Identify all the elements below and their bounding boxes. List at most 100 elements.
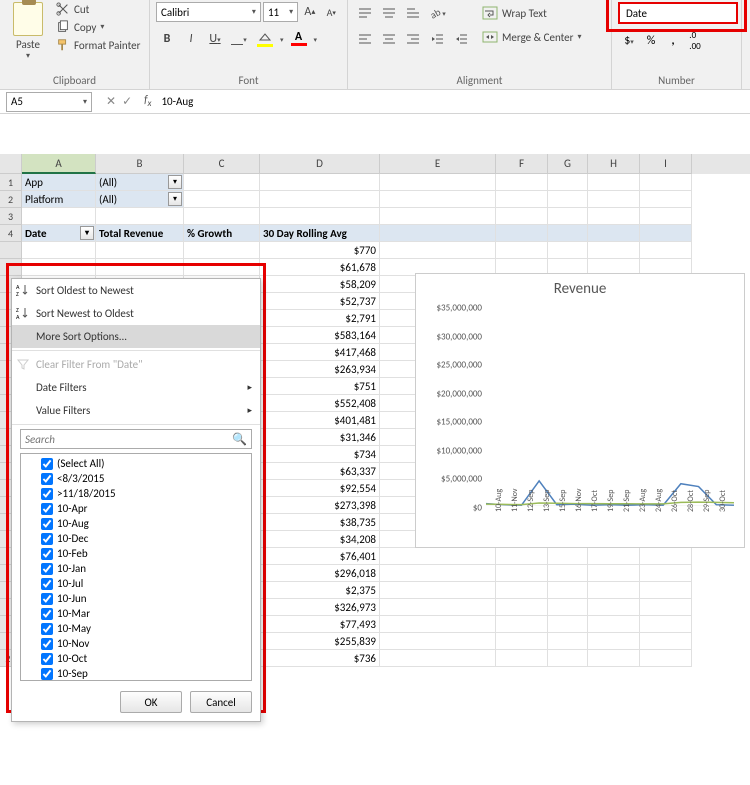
cell[interactable] [380,565,496,582]
cell[interactable]: $326,973 [260,599,380,616]
row-header[interactable]: 2 [0,191,22,208]
filter-search-input[interactable] [25,433,232,446]
filter-item-checkbox[interactable] [41,608,53,620]
cell[interactable]: $255,839 [260,633,380,650]
cell[interactable]: $38,735 [260,514,380,531]
cell[interactable] [380,208,496,225]
underline-button[interactable]: U▾ [204,28,226,50]
cell[interactable] [380,174,496,191]
cell[interactable] [588,242,640,259]
increase-indent-button[interactable] [450,28,472,50]
cell[interactable] [496,191,548,208]
cell[interactable] [640,616,692,633]
filter-item-checkbox[interactable] [41,668,53,680]
filter-item[interactable]: 10-Jan [23,561,249,576]
chevron-down-icon[interactable]: ▾ [83,97,87,107]
cell[interactable] [380,633,496,650]
cell[interactable]: App [22,174,96,191]
filter-item[interactable]: 10-Feb [23,546,249,561]
filter-item-checkbox[interactable] [41,638,53,650]
filter-item-checkbox[interactable] [41,548,53,560]
borders-button[interactable]: ▾ [228,28,250,50]
percent-format-button[interactable]: % [640,30,662,52]
cell[interactable] [640,599,692,616]
filter-item-checkbox[interactable] [41,533,53,545]
number-format-select[interactable]: Date [618,2,738,24]
merge-center-button[interactable]: Merge & Center ▾ [482,26,582,48]
filter-checklist[interactable]: (Select All)<8/3/2015>11/18/201510-Apr10… [20,453,252,681]
cell[interactable] [588,582,640,599]
cell[interactable]: $77,493 [260,616,380,633]
row-header[interactable]: 3 [0,208,22,225]
cell[interactable]: $31,346 [260,429,380,446]
filter-item-checkbox[interactable] [41,518,53,530]
cell[interactable]: Platform [22,191,96,208]
cell[interactable] [548,225,588,242]
cancel-button[interactable]: Cancel [190,691,252,713]
comma-format-button[interactable]: , [662,30,684,52]
cell[interactable] [184,174,260,191]
cell[interactable] [588,565,640,582]
filter-dropdown-button[interactable]: ▾ [168,175,182,189]
cell[interactable] [588,174,640,191]
cell[interactable] [640,565,692,582]
cell[interactable]: $61,678 [260,259,380,276]
filter-search-box[interactable]: 🔍 [20,429,252,449]
cell[interactable]: $417,468 [260,344,380,361]
cell[interactable] [496,174,548,191]
name-box[interactable]: A5 ▾ [6,92,92,112]
column-header-C[interactable]: C [184,154,260,174]
row-header[interactable]: 1 [0,174,22,191]
column-header-E[interactable]: E [380,154,496,174]
cell[interactable] [380,616,496,633]
font-size-select[interactable]: 11 ▾ [263,2,298,22]
cell[interactable] [548,599,588,616]
cell[interactable]: $583,164 [260,327,380,344]
column-header-I[interactable]: I [640,154,692,174]
align-right-button[interactable] [402,28,424,50]
column-header-A[interactable]: A [22,154,96,174]
column-header-B[interactable]: B [96,154,184,174]
ok-button[interactable]: OK [120,691,182,713]
filter-item-checkbox[interactable] [41,578,53,590]
cell[interactable]: $273,398 [260,497,380,514]
cell[interactable]: Total Revenue [96,225,184,242]
cell[interactable] [96,259,184,276]
cell[interactable]: $552,408 [260,395,380,412]
filter-item[interactable]: 10-May [23,621,249,636]
cell[interactable] [496,650,548,667]
accept-formula-button[interactable]: ✓ [122,94,132,109]
filter-item[interactable]: 10-Aug [23,516,249,531]
cell[interactable]: $76,401 [260,548,380,565]
paste-button[interactable]: Paste ▾ [6,2,50,72]
cell[interactable] [380,548,496,565]
cell[interactable] [548,565,588,582]
sort-oldest-button[interactable]: AZ Sort Oldest to Newest [12,279,260,302]
chevron-down-icon[interactable]: ▾ [314,35,318,44]
increase-decimal-button[interactable]: .0.00 [684,30,706,52]
filter-item-checkbox[interactable] [41,488,53,500]
filter-item[interactable]: 10-Mar [23,606,249,621]
font-color-button[interactable]: A [286,28,312,50]
row-header[interactable] [0,259,22,276]
cell[interactable] [640,242,692,259]
cell[interactable] [548,191,588,208]
chevron-down-icon[interactable]: ▾ [280,35,284,44]
chevron-down-icon[interactable]: ▾ [100,22,104,32]
bold-button[interactable]: B [156,28,178,50]
filter-item[interactable]: 10-Jul [23,576,249,591]
cell[interactable] [184,191,260,208]
filter-item[interactable]: 10-Sep [23,666,249,681]
format-painter-button[interactable]: Format Painter [56,38,140,52]
cell[interactable] [640,650,692,667]
cell[interactable] [496,582,548,599]
filter-item[interactable]: (Select All) [23,456,249,471]
cell[interactable]: (All)▾ [96,191,184,208]
column-header-H[interactable]: H [588,154,640,174]
cell[interactable] [548,650,588,667]
cell[interactable] [588,225,640,242]
cell[interactable] [588,650,640,667]
cell[interactable]: $296,018 [260,565,380,582]
fx-icon[interactable]: fx [140,93,155,109]
column-header-D[interactable]: D [260,154,380,174]
